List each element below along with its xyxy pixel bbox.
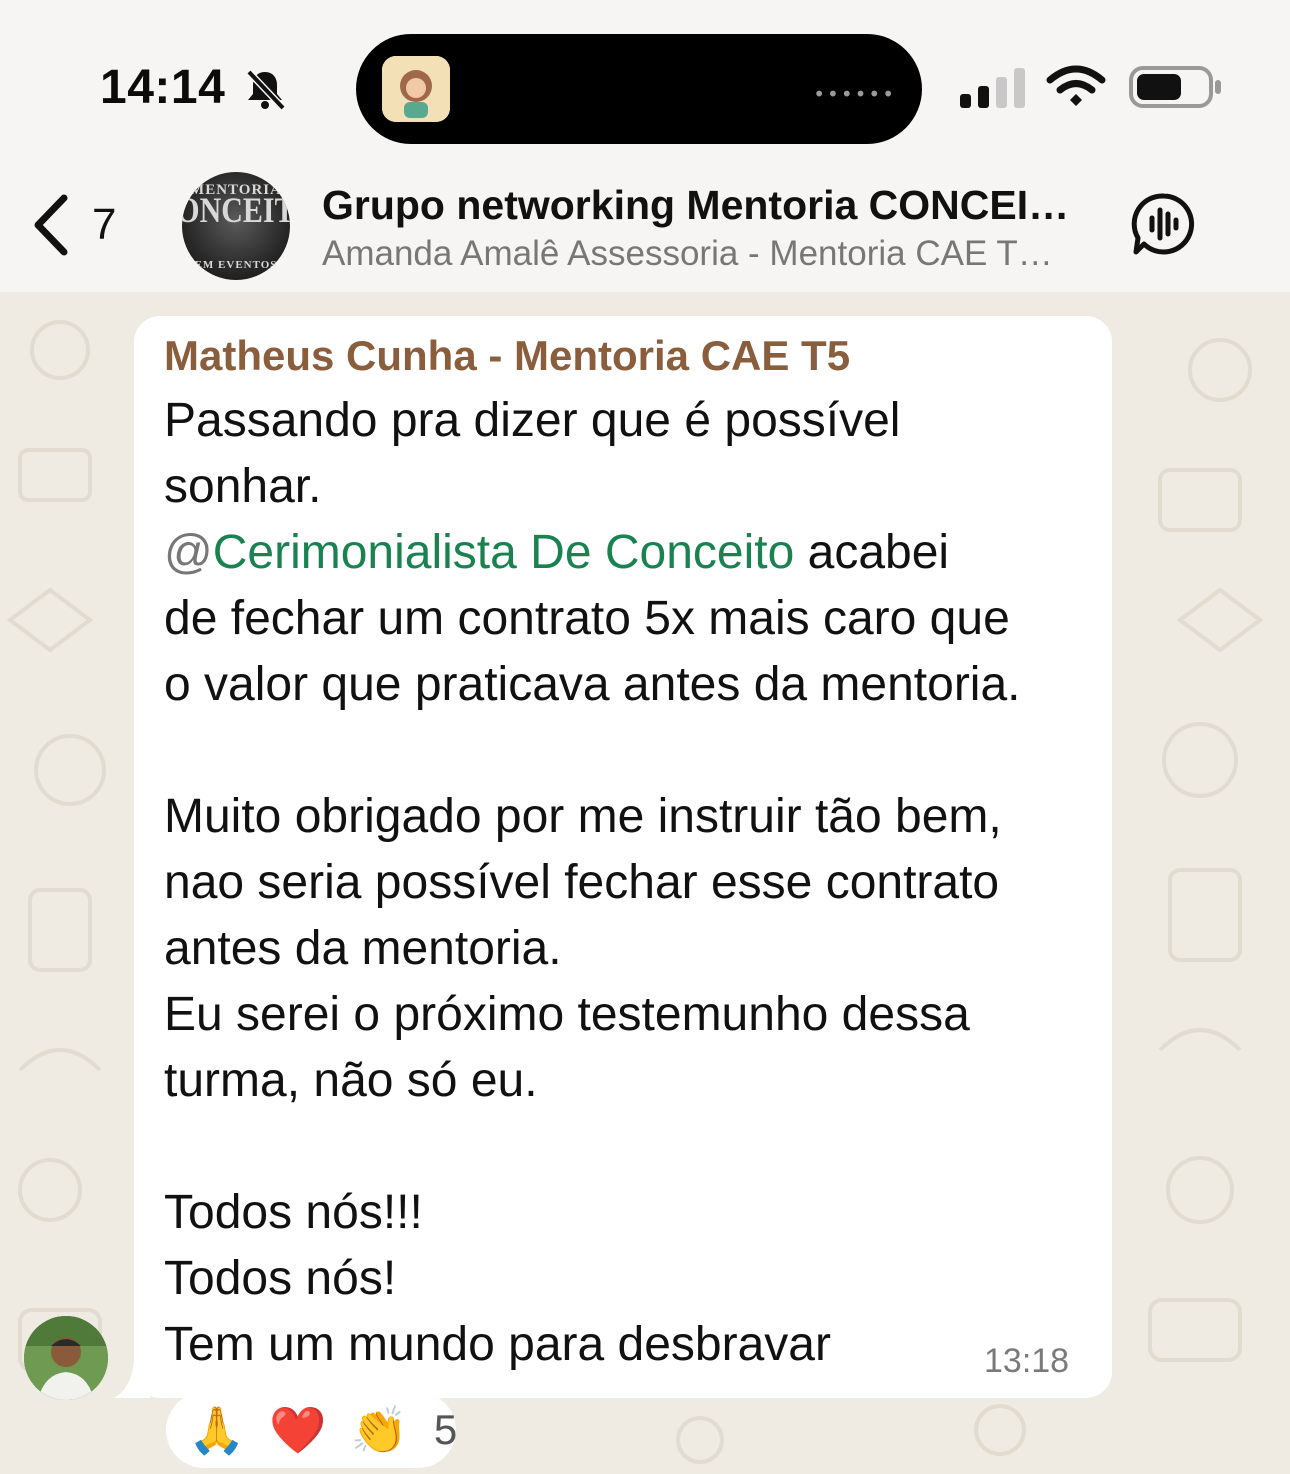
reaction-count: 5 <box>433 1406 458 1453</box>
message-line-rest: acabei <box>794 526 950 579</box>
message-line: antes da mentoria. <box>164 922 562 975</box>
message-line: Passando pra dizer que é possível <box>164 394 901 447</box>
bell-slash-icon <box>246 69 286 110</box>
top-bar: 14:14 •••••• 7 MENTORIA NCEI EM EVENTOS … <box>0 0 1290 292</box>
message-line: Muito obrigado por me instruir tão bem, <box>164 790 1002 843</box>
message-line: Eu serei o próximo testemunho dessa <box>164 988 970 1041</box>
message-line: Todos nós!!! <box>164 1186 423 1239</box>
battery-icon <box>1129 66 1221 108</box>
dynamic-island: •••••• <box>356 34 922 144</box>
group-avatar[interactable]: MENTORIA CONCEITO A EM EVENTOS <box>182 172 290 280</box>
message-line: de fechar um contrato 5x mais caro que <box>164 592 1010 645</box>
app-thumbnail-icon[interactable] <box>382 56 450 122</box>
message-line: @Cerimonialista De Conceito acabei <box>164 520 1094 586</box>
wifi-icon <box>1046 65 1106 106</box>
unread-count: 7 <box>92 200 117 249</box>
message-line: sonhar. <box>164 460 322 513</box>
heart-emoji-icon: ❤️ <box>269 1402 327 1457</box>
mention-name: Cerimonialista De Conceito <box>212 526 795 579</box>
reactions-pill[interactable]: 🙏 ❤️ 👏 5 <box>166 1392 458 1468</box>
message-line: Todos nós! <box>164 1252 397 1305</box>
message-line: o valor que praticava antes da mentoria. <box>164 658 1021 711</box>
back-button[interactable]: 7 <box>30 190 140 260</box>
mention-at-sign: @ <box>164 526 213 579</box>
bubble-tail <box>114 1360 150 1398</box>
message-line: nao seria possível fechar esse contrato <box>164 856 1000 909</box>
message-timestamp: 13:18 <box>984 1342 1070 1380</box>
message-text: Passando pra dizer que é possível sonhar… <box>164 388 1094 1378</box>
chat-subtitle[interactable]: Amanda Amalê Assessoria - Mentoria CAE T… <box>322 234 1102 274</box>
avatar-text-middle: CONCEITO A <box>182 190 290 230</box>
clap-emoji-icon: 👏 <box>350 1402 408 1457</box>
sender-avatar[interactable] <box>24 1316 108 1400</box>
chevron-left-icon <box>34 194 68 256</box>
message-line: Tem um mundo para desbravar <box>164 1318 831 1371</box>
mention-link[interactable]: @Cerimonialista De Conceito <box>164 526 794 579</box>
signal-icon <box>960 68 1025 108</box>
sender-name[interactable]: Matheus Cunha - Mentoria CAE T5 <box>164 332 850 380</box>
audio-call-icon[interactable] <box>1130 190 1198 258</box>
pray-emoji-icon: 🙏 <box>188 1402 246 1457</box>
chat-title[interactable]: Grupo networking Mentoria CONCEI… <box>322 182 1102 229</box>
status-time: 14:14 <box>100 61 226 114</box>
island-dots-icon: •••••• <box>813 82 896 106</box>
message-line: turma, não só eu. <box>164 1054 538 1107</box>
